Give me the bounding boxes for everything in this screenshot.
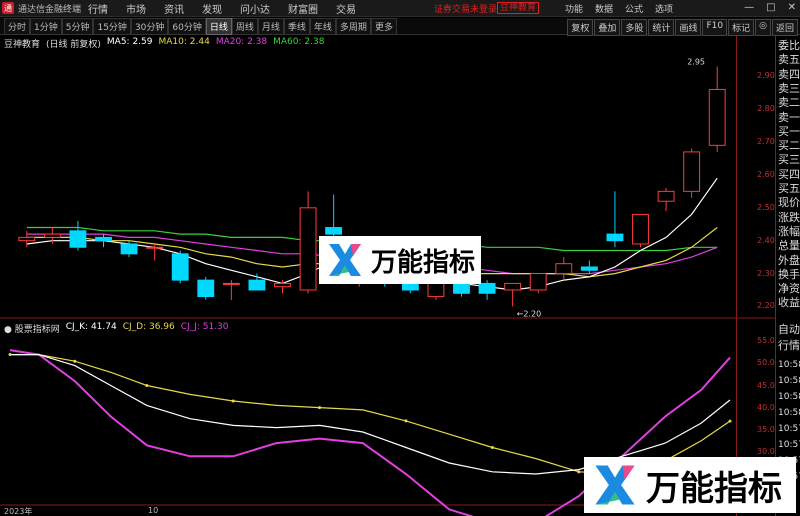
- kdj-d-dot: [73, 359, 77, 363]
- side-tick-time: 10:58: [778, 360, 800, 370]
- candle-body: [43, 233, 61, 238]
- price-tick: 2.50: [757, 202, 775, 212]
- side-label: 现价: [778, 196, 800, 210]
- kdj-d-dot: [145, 384, 149, 388]
- candle-body: [197, 279, 215, 298]
- watermark-top: 万能指标: [319, 236, 481, 284]
- watermark-logo-icon: [595, 465, 635, 505]
- candle-body: [274, 282, 291, 288]
- kdj-d-dot: [8, 353, 12, 357]
- candle-body: [401, 282, 419, 291]
- high-price-label: 2.95: [687, 57, 705, 66]
- candle-body: [427, 282, 445, 298]
- candle-body: [555, 263, 573, 275]
- candle-body: [708, 88, 726, 146]
- watermark-logo-icon: [329, 244, 361, 276]
- candle-body: [120, 243, 138, 255]
- side-label: 涨跌: [778, 210, 800, 224]
- candle-body: [171, 253, 189, 281]
- price-tick: 2.90: [757, 71, 775, 81]
- side-label: 卖四: [778, 67, 800, 81]
- candle-body: [95, 236, 112, 242]
- price-tick: 2.30: [757, 268, 775, 278]
- side-label-auto[interactable]: 自动: [778, 324, 800, 336]
- side-label: 卖五: [778, 53, 800, 67]
- side-label: 外盘: [778, 253, 800, 267]
- side-label: 卖二: [778, 96, 800, 110]
- side-label: 买五: [778, 182, 800, 195]
- candle-body: [606, 233, 624, 242]
- side-label: 换手: [778, 267, 800, 281]
- quote-side-panel: 委比 卖五 卖四 卖三 卖二 卖一 买一 买二 买三 买四 买五 现价 涨跌 涨幅 总量 外盘 换手 净资 收益自动…: [775, 36, 800, 516]
- candle-body: [248, 279, 266, 291]
- kdj-d-dot: [404, 419, 408, 423]
- candle-body: [657, 190, 675, 202]
- side-label: 收益: [778, 296, 800, 310]
- side-label: 涨幅: [778, 224, 800, 238]
- side-label: 卖三: [778, 81, 800, 95]
- candle-body: [683, 151, 701, 192]
- side-tick-time: 10:57: [778, 424, 800, 434]
- candle-body: [453, 282, 470, 294]
- x-label-month: 10: [148, 506, 159, 515]
- x-label-year: 2023年: [4, 507, 33, 516]
- kdj-d-dot: [231, 399, 235, 403]
- watermark-bottom: 万能指标: [584, 457, 796, 513]
- candle-body: [18, 236, 36, 242]
- watermark-text: 万能指标: [371, 247, 476, 278]
- side-label: 总量: [778, 239, 800, 253]
- candle-body: [478, 282, 496, 294]
- side-tick-time: 10:58: [778, 392, 800, 402]
- kdj-d-dot: [318, 406, 322, 410]
- side-label: 委比: [778, 39, 800, 52]
- side-tick-time: 10:57: [778, 440, 800, 450]
- candle-body: [632, 213, 649, 245]
- side-label: 卖一: [778, 110, 800, 124]
- kdj-d-dot: [577, 470, 581, 474]
- side-tick-time: 10:58: [778, 376, 800, 386]
- price-tick: 2.80: [757, 104, 775, 114]
- price-tick: 2.20: [757, 301, 775, 311]
- candle-body: [299, 207, 317, 291]
- side-label: 买一: [778, 124, 800, 138]
- side-label-auto[interactable]: 行情: [778, 340, 800, 352]
- side-label: 买二: [778, 139, 800, 153]
- watermark-text: 万能指标: [646, 468, 782, 509]
- side-label: 净资: [778, 282, 800, 296]
- price-tick: 2.60: [757, 169, 775, 179]
- price-tick: 2.40: [757, 235, 775, 245]
- low-price-label: ←2.20: [517, 309, 542, 318]
- side-label: 买三: [778, 153, 800, 167]
- candle-body: [504, 282, 522, 291]
- candle-body: [529, 273, 547, 291]
- candle-body: [69, 230, 87, 248]
- price-tick: 2.70: [757, 137, 775, 147]
- kdj-d-dot: [490, 445, 494, 449]
- side-tick-time: 10:58: [778, 408, 800, 418]
- candle-body: [325, 227, 343, 235]
- candle-body: [580, 266, 598, 271]
- candle-body: [146, 246, 164, 249]
- price-axis: 2.90 2.80 2.70 2.60 2.50 2.40 2.30 2.20 55.00 50.…: [736, 36, 780, 516]
- kdj-d-dot: [728, 419, 732, 423]
- side-label: 买四: [778, 167, 800, 181]
- candle-body: [222, 282, 240, 285]
